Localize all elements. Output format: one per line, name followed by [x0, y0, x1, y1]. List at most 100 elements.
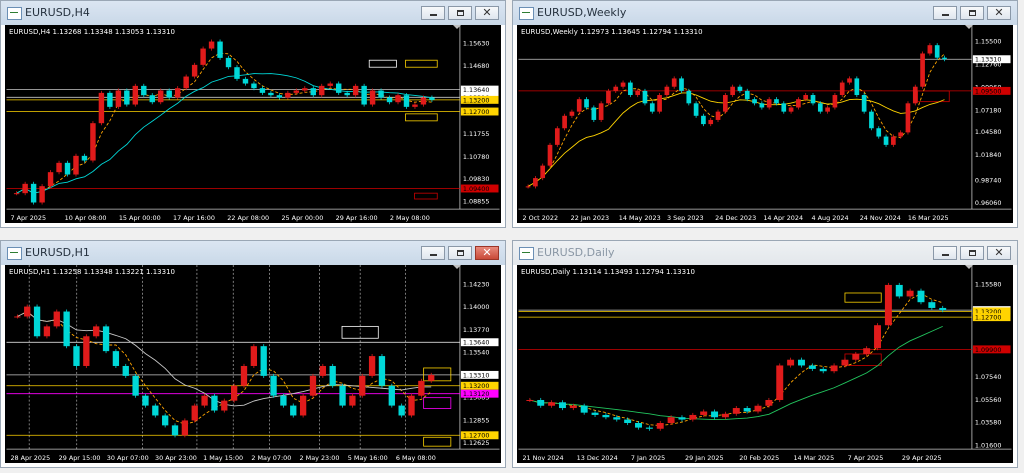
minimize-button[interactable]: [933, 246, 957, 260]
level-price-tag-label: 1.12700: [463, 432, 490, 440]
chart-shift-marker[interactable]: [965, 25, 973, 29]
candle-body: [234, 67, 240, 79]
candle-body: [874, 325, 882, 349]
candle-body: [251, 83, 257, 89]
candle-body: [861, 95, 867, 112]
candle-body: [624, 419, 632, 423]
candle-body: [732, 408, 740, 414]
candle-body: [774, 99, 779, 104]
candle-body: [208, 41, 215, 49]
price-tick-label: 0.96060: [975, 199, 1002, 207]
time-tick-label: 22 Jan 2023: [571, 214, 610, 222]
candle-body: [24, 306, 31, 317]
candle-body: [329, 365, 336, 386]
price-tick-label: 1.11755: [463, 130, 490, 138]
candle-body: [43, 326, 51, 337]
candle-body: [766, 99, 772, 108]
maximize-button[interactable]: [960, 246, 984, 260]
candle-body: [64, 162, 71, 175]
candle-body: [533, 178, 538, 187]
candle-body: [115, 90, 122, 107]
time-tick-label: 29 Jan 2025: [685, 454, 724, 462]
price-tick-label: 1.15580: [975, 280, 1002, 288]
maximize-button[interactable]: [448, 246, 472, 260]
time-tick-label: 17 Apr 16:00: [173, 214, 215, 222]
chart-shift-marker[interactable]: [965, 265, 973, 269]
time-tick-label: 13 Dec 2024: [577, 454, 618, 462]
candle-body: [250, 346, 258, 366]
candle-body: [628, 82, 633, 96]
price-tick-label: 1.15630: [463, 40, 490, 48]
candle-body: [642, 90, 648, 104]
candle-body: [280, 395, 287, 406]
candle-body: [693, 103, 699, 116]
minimize-button[interactable]: [421, 6, 445, 20]
time-tick-label: 20 Feb 2025: [739, 454, 779, 462]
zone-box: [423, 436, 452, 447]
time-tick-label: 2 Oct 2022: [522, 214, 558, 222]
price-chart[interactable]: 1.155001.133101.127601.099601.071801.045…: [517, 25, 1013, 223]
candle-body: [927, 45, 933, 54]
candle-body: [268, 92, 274, 96]
window-titlebar[interactable]: EURUSD,Daily ✕: [513, 241, 1017, 265]
close-button[interactable]: ✕: [987, 246, 1011, 260]
window-title: EURUSD,H1: [25, 246, 90, 259]
chart-window-eurusd-weekly[interactable]: EURUSD,Weekly ✕ 1.155001.133101.127601.0…: [512, 0, 1018, 228]
chart-canvas: 1.155001.133101.127601.099601.071801.045…: [518, 25, 1012, 222]
price-tick-label: 1.08855: [463, 198, 490, 206]
candle-body: [798, 359, 805, 366]
level-price-tag-label: 1.12700: [463, 108, 490, 116]
candle-body: [721, 413, 729, 418]
time-tick-label: 4 Aug 2024: [812, 214, 849, 222]
chart-window-eurusd-h4[interactable]: EURUSD,H4 ✕ 1.156301.146801.136401.13200…: [0, 0, 506, 228]
price-chart[interactable]: 1.14230 1.14000 1.13770 1.13640 1.13540 1.133…: [5, 265, 501, 463]
chart-shift-marker[interactable]: [453, 265, 461, 269]
price-chart[interactable]: 1.156301.146801.136401.132001.127001.117…: [5, 25, 501, 223]
window-title: EURUSD,Weekly: [537, 6, 627, 19]
window-titlebar[interactable]: EURUSD,Weekly ✕: [513, 1, 1017, 25]
time-tick-label: 7 Apr 2025: [848, 454, 884, 462]
ohlc-readout: EURUSD,H4 1.13268 1.13348 1.13053 1.1331…: [9, 28, 175, 36]
candle-body: [558, 402, 566, 409]
candle-body: [847, 78, 852, 83]
level-price-tag-label: 1.09400: [463, 185, 490, 193]
price-tick-label: 0.98740: [975, 177, 1002, 185]
candle-body: [221, 400, 228, 411]
minimize-button[interactable]: [421, 246, 445, 260]
candle-body: [171, 425, 179, 436]
candle-body: [293, 90, 300, 93]
maximize-button[interactable]: [448, 6, 472, 20]
candle-body: [191, 405, 198, 421]
candle-body: [22, 183, 28, 194]
candle-body: [754, 405, 762, 412]
minimize-button[interactable]: [933, 6, 957, 20]
time-tick-label: 24 Dec 2023: [715, 214, 756, 222]
zone-box: [423, 367, 452, 382]
price-tick-label: 1.10780: [463, 153, 490, 161]
close-button[interactable]: ✕: [475, 6, 499, 20]
price-chart[interactable]: 1.155801.132001.127001.099001.075401.055…: [517, 265, 1013, 463]
chart-window-eurusd-daily[interactable]: EURUSD,Daily ✕ 1.155801.132001.127001.09…: [512, 240, 1018, 468]
price-tick-label: 1.14230: [463, 280, 490, 288]
candle-body: [63, 311, 70, 347]
candle-body: [378, 90, 384, 98]
chart-window-eurusd-h1[interactable]: EURUSD,H1 ✕ 1.14230 1.14000 1.13770 1.13640…: [0, 240, 506, 468]
candle-body: [730, 86, 735, 96]
window-titlebar[interactable]: EURUSD,H1 ✕: [1, 241, 505, 265]
zone-box: [368, 59, 397, 68]
close-button[interactable]: ✕: [987, 6, 1011, 20]
candle-body: [776, 365, 784, 400]
close-button[interactable]: ✕: [475, 246, 499, 260]
level-price-tag-label: 1.13120: [463, 390, 490, 398]
candle-body: [939, 307, 947, 311]
level-price-tag-label: 1.09500: [975, 87, 1002, 95]
maximize-button[interactable]: [960, 6, 984, 20]
candle-body: [554, 128, 560, 145]
candle-body: [787, 359, 795, 366]
chart-shift-marker[interactable]: [453, 25, 461, 29]
price-tick-label: 1.14680: [463, 62, 490, 70]
candle-body: [796, 99, 801, 108]
window-titlebar[interactable]: EURUSD,H4 ✕: [1, 1, 505, 25]
candle-body: [276, 95, 283, 98]
candle-body: [240, 365, 248, 386]
